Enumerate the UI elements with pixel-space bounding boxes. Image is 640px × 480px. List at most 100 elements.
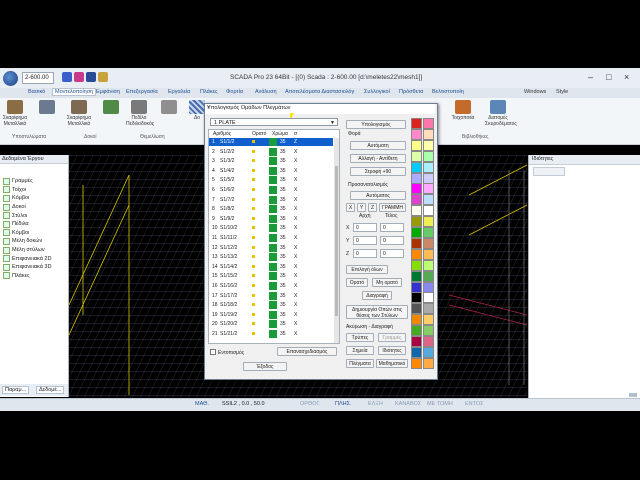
- status-section[interactable]: ΜΕ ΤΟΜΗ: [427, 401, 453, 407]
- visible-marker-icon[interactable]: [252, 159, 255, 163]
- menu-loads[interactable]: Φορτία: [226, 89, 243, 95]
- palette-swatch[interactable]: [411, 118, 422, 129]
- menu-edit[interactable]: Επεξεργασία: [126, 89, 158, 95]
- palette-swatch[interactable]: [423, 216, 434, 228]
- palette-swatch[interactable]: [411, 172, 422, 184]
- visible-marker-icon[interactable]: [252, 178, 255, 182]
- palette-swatch[interactable]: [411, 357, 422, 369]
- tree-item-surface-3d[interactable]: Επιφανειακά 3D: [3, 263, 51, 272]
- reverse-direction-button[interactable]: Αλλαγή - Αντίθετη: [350, 154, 406, 163]
- app-logo-icon[interactable]: [3, 71, 18, 86]
- palette-swatch[interactable]: [423, 270, 434, 282]
- table-row[interactable]: 5 S1/5/2 35 X: [209, 176, 333, 185]
- palette-swatch[interactable]: [423, 259, 434, 271]
- save-icon[interactable]: [86, 72, 96, 82]
- tab-data[interactable]: Δεδομέ...: [36, 386, 65, 394]
- visible-marker-icon[interactable]: [252, 274, 255, 278]
- palette-swatch[interactable]: [423, 183, 434, 195]
- menu-results[interactable]: Αποτελέσματα Διαστασιολόγ: [285, 89, 354, 95]
- status-grid[interactable]: ΚΑΝΑΒΟΣ: [395, 401, 421, 407]
- ribbon-steel-column-button[interactable]: [34, 100, 60, 115]
- row-color-swatch[interactable]: [269, 253, 277, 262]
- palette-swatch[interactable]: [411, 194, 422, 206]
- start-x-input[interactable]: 0: [353, 223, 377, 232]
- tree-item-surface-2d[interactable]: Επιφανειακά 2D: [3, 254, 51, 263]
- visible-marker-icon[interactable]: [252, 255, 255, 259]
- row-color-swatch[interactable]: [269, 157, 277, 166]
- palette-swatch[interactable]: [411, 161, 422, 173]
- mode-meshes-button[interactable]: Πλέγματα: [346, 359, 374, 368]
- row-color-swatch[interactable]: [269, 214, 277, 223]
- end-x-input[interactable]: 0: [380, 223, 404, 232]
- ribbon-concrete-column-button[interactable]: Σκαρίφημα Μεταλλικά: [2, 100, 28, 127]
- palette-swatch[interactable]: [411, 139, 422, 151]
- row-color-swatch[interactable]: [269, 138, 277, 146]
- dialog-close-button[interactable]: ×: [207, 105, 432, 111]
- palette-swatch[interactable]: [423, 194, 434, 206]
- row-color-swatch[interactable]: [269, 224, 277, 233]
- row-color-swatch[interactable]: [269, 272, 277, 281]
- visible-marker-icon[interactable]: [252, 322, 255, 326]
- visible-marker-icon[interactable]: [252, 226, 255, 230]
- palette-swatch[interactable]: [423, 118, 434, 129]
- row-color-swatch[interactable]: [269, 243, 277, 252]
- create-openings-button[interactable]: Δημιουργία Οπών στις θέσεις των Στύλων: [346, 305, 408, 319]
- start-y-input[interactable]: 0: [353, 236, 377, 245]
- menu-tools[interactable]: Εργαλεία: [168, 89, 190, 95]
- menu-view[interactable]: Εμφάνιση: [96, 89, 120, 95]
- visible-marker-icon[interactable]: [252, 149, 255, 153]
- palette-swatch[interactable]: [423, 357, 434, 369]
- row-color-swatch[interactable]: [269, 166, 277, 175]
- select-all-button[interactable]: Επιλογή όλων: [346, 265, 388, 274]
- palette-swatch[interactable]: [411, 270, 422, 282]
- palette-swatch[interactable]: [423, 128, 434, 140]
- table-row[interactable]: 20 S1/20/2 35 X: [209, 320, 333, 329]
- end-z-input[interactable]: 0: [380, 249, 404, 258]
- table-row[interactable]: 14 S1/14/2 35 X: [209, 262, 333, 271]
- menu-home[interactable]: Βασικό: [28, 89, 45, 95]
- group-type-select[interactable]: 1 PLATE ▼: [210, 118, 338, 126]
- tab-parameters[interactable]: Παραμ...: [2, 386, 30, 394]
- axis-x-button[interactable]: X: [346, 203, 355, 212]
- mode-points-button[interactable]: Σημεία: [346, 346, 374, 355]
- table-row[interactable]: 21 S1/21/2 35 X: [209, 330, 333, 338]
- table-row[interactable]: 4 S1/4/2 35 X: [209, 166, 333, 175]
- status-inside[interactable]: ΕΝΤΟΣ: [465, 401, 484, 407]
- menu-modeling[interactable]: Μοντελοποίηση: [52, 88, 97, 96]
- palette-swatch[interactable]: [423, 248, 434, 260]
- visible-marker-icon[interactable]: [252, 140, 255, 143]
- properties-toolbar[interactable]: [533, 167, 565, 176]
- panel-scroll-handle[interactable]: [629, 393, 637, 397]
- ribbon-masonry-button[interactable]: Τοιχοποιία: [450, 100, 476, 121]
- palette-swatch[interactable]: [411, 292, 422, 304]
- row-color-swatch[interactable]: [269, 176, 277, 185]
- table-row[interactable]: 12 S1/12/2 35 X: [209, 243, 333, 252]
- row-color-swatch[interactable]: [269, 301, 277, 310]
- start-z-input[interactable]: 0: [353, 249, 377, 258]
- orientation-auto-button[interactable]: Αυτόματος: [350, 191, 406, 200]
- visible-marker-icon[interactable]: [252, 293, 255, 297]
- tree-item-footings[interactable]: Πέδιλα: [3, 220, 51, 229]
- ribbon-steel-beam-button[interactable]: [98, 100, 124, 115]
- undo-icon[interactable]: [62, 72, 72, 82]
- scrollbar-thumb[interactable]: [335, 166, 338, 316]
- scale-selector[interactable]: 2-600.00: [22, 72, 54, 84]
- visible-button[interactable]: Ορατό: [346, 278, 368, 287]
- row-color-swatch[interactable]: [269, 320, 277, 329]
- direction-auto-button[interactable]: Αυτόματη: [350, 141, 406, 150]
- palette-swatch[interactable]: [411, 128, 422, 140]
- palette-swatch[interactable]: [423, 281, 434, 293]
- table-row[interactable]: 16 S1/16/2 35 X: [209, 282, 333, 290]
- mode-math-button[interactable]: Μαθηματικό: [376, 359, 408, 368]
- palette-swatch[interactable]: [423, 237, 434, 249]
- visible-marker-icon[interactable]: [252, 245, 255, 249]
- palette-swatch[interactable]: [423, 303, 434, 315]
- row-color-swatch[interactable]: [269, 205, 277, 214]
- ribbon-beam-button[interactable]: Σκαρίφημα Μεταλλικά: [66, 100, 92, 127]
- visible-marker-icon[interactable]: [252, 168, 255, 172]
- table-row[interactable]: 1 S1/1/2 35 Z: [209, 138, 333, 146]
- palette-swatch[interactable]: [411, 325, 422, 337]
- ribbon-sections-button[interactable]: Διατομές Σκυροδέματος: [485, 100, 517, 127]
- table-row[interactable]: 2 S1/2/2 35 X: [209, 147, 333, 156]
- end-y-input[interactable]: 0: [380, 236, 404, 245]
